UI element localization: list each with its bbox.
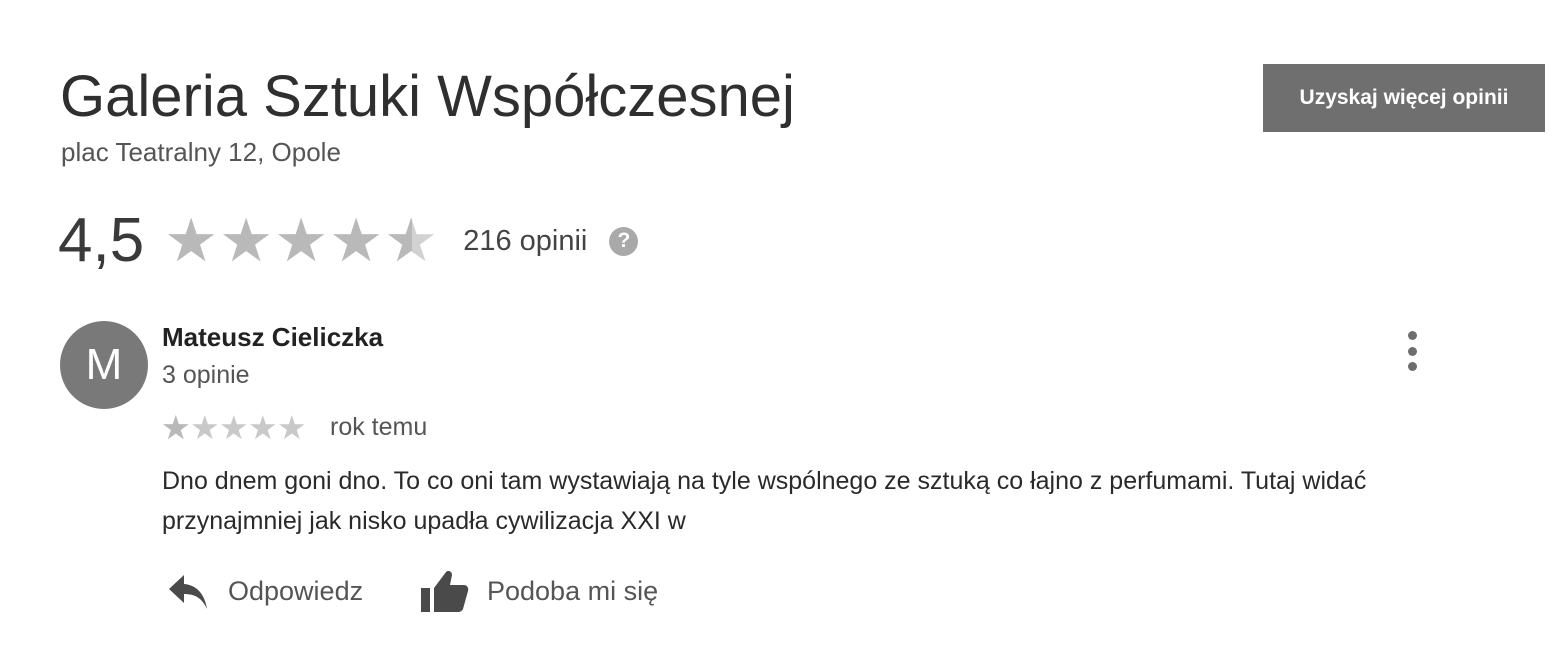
rating-summary: 4,5 ★ ★ ★ ★ ★ ★ ★ ★ ★ ★ 216 opinii ? bbox=[58, 204, 639, 278]
reply-label: Odpowiedz bbox=[228, 575, 364, 606]
review-rating-row: ★★★★★★★★★★ rok temu bbox=[161, 408, 427, 446]
get-more-reviews-button[interactable]: Uzyskaj więcej opinii bbox=[1263, 64, 1545, 132]
menu-dot bbox=[1407, 331, 1417, 340]
star-icon: ★★ bbox=[219, 408, 249, 446]
place-address: plac Teatralny 12, Opole bbox=[61, 137, 341, 167]
avatar[interactable]: M bbox=[60, 321, 148, 409]
star-icon: ★★ bbox=[161, 408, 191, 446]
help-icon[interactable]: ? bbox=[609, 226, 639, 256]
review-text: Dno dnem goni dno. To co oni tam wystawi… bbox=[162, 467, 1367, 535]
menu-dot bbox=[1407, 362, 1417, 371]
like-button[interactable]: Podoba mi się bbox=[419, 566, 658, 616]
page-title: Galeria Sztuki Współczesnej bbox=[60, 64, 795, 129]
review-author-count: 3 opinie bbox=[162, 361, 250, 389]
like-label: Podoba mi się bbox=[487, 575, 659, 606]
thumb-up-icon bbox=[421, 571, 469, 612]
star-icon: ★★ bbox=[277, 408, 307, 446]
star-icon: ★★ bbox=[274, 207, 328, 274]
star-icon: ★★ bbox=[329, 207, 383, 274]
reply-button[interactable]: Odpowiedz bbox=[166, 566, 363, 616]
review-time: rok temu bbox=[330, 412, 428, 441]
star-icon: ★★ bbox=[164, 207, 218, 274]
review-author-name[interactable]: Mateusz Cieliczka bbox=[162, 321, 383, 353]
review-stars: ★★★★★★★★★★ bbox=[161, 408, 307, 446]
star-icon: ★★ bbox=[190, 408, 220, 446]
review-panel: Galeria Sztuki Współczesnej plac Teatral… bbox=[0, 0, 1559, 662]
star-icon: ★★ bbox=[248, 408, 278, 446]
rating-value: 4,5 bbox=[58, 206, 145, 275]
star-icon: ★★ bbox=[219, 207, 273, 274]
menu-dot bbox=[1407, 346, 1417, 356]
star-icon: ★★ bbox=[384, 207, 438, 274]
more-vert-icon[interactable] bbox=[1398, 331, 1426, 371]
reply-arrow-icon bbox=[169, 575, 207, 609]
review-count[interactable]: 216 opinii bbox=[463, 225, 587, 258]
rating-stars: ★ ★ ★ ★ ★ ★ ★ ★ ★ ★ bbox=[164, 211, 439, 271]
